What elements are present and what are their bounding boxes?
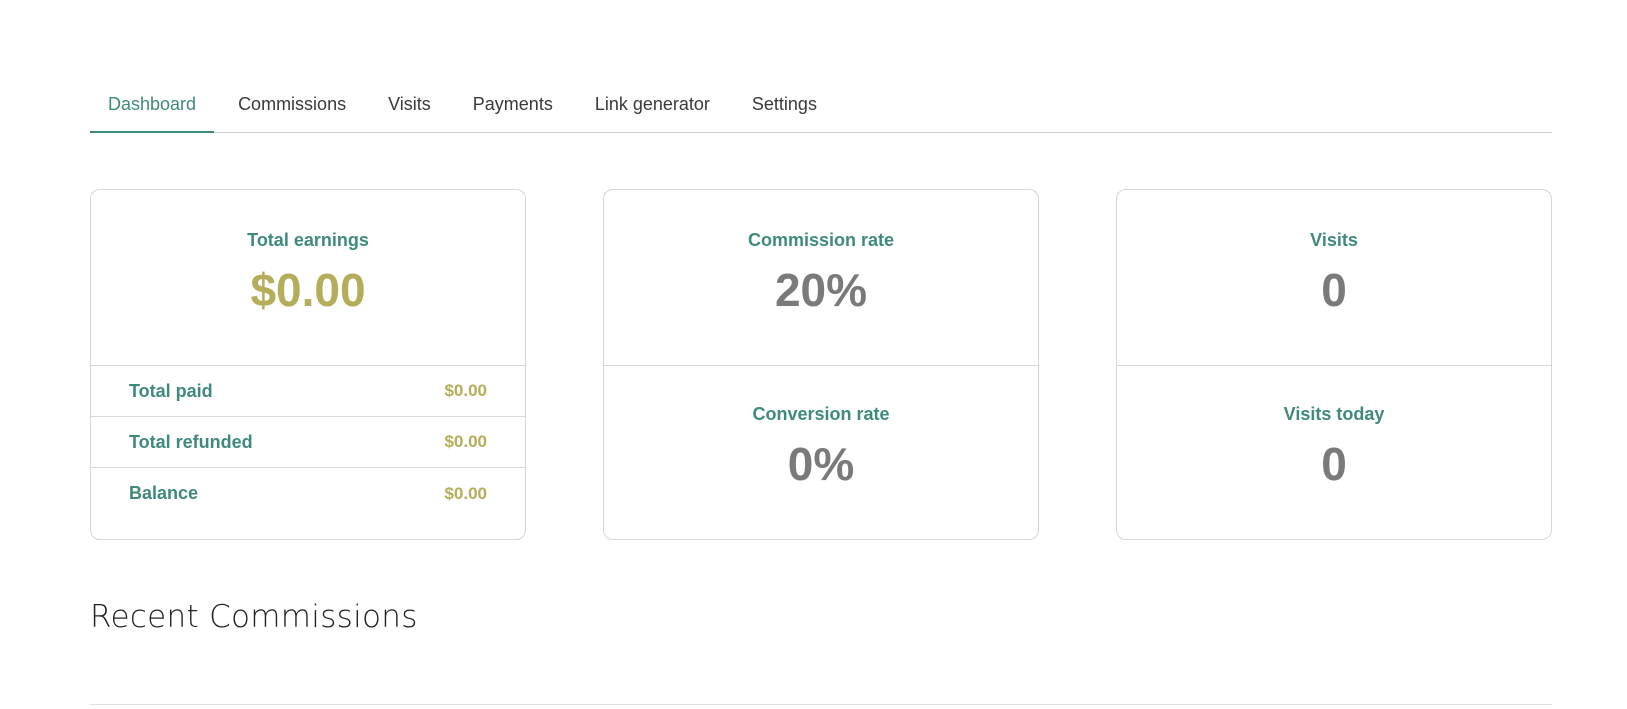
commission-rate-value: 20% bbox=[774, 264, 868, 316]
total-paid-value: $0.00 bbox=[444, 381, 487, 400]
earnings-card: Total earnings $0.00 Total paid $0.00 To… bbox=[90, 189, 526, 540]
total-earnings-value: $0.00 bbox=[250, 264, 366, 316]
commissions-table-border bbox=[90, 704, 1552, 705]
recent-commissions-heading: Recent Commissions bbox=[90, 599, 418, 635]
total-refunded-label: Total refunded bbox=[129, 431, 253, 452]
conversion-rate-label: Conversion rate bbox=[752, 404, 890, 424]
visits-today-label: Visits today bbox=[1283, 404, 1385, 424]
tab-payments[interactable]: Payments bbox=[455, 82, 571, 132]
total-earnings-label: Total earnings bbox=[247, 230, 369, 250]
balance-value: $0.00 bbox=[444, 483, 487, 503]
total-refunded-row: Total refunded $0.00 bbox=[91, 417, 525, 468]
total-paid-row: Total paid $0.00 bbox=[91, 366, 525, 417]
tab-commissions[interactable]: Commissions bbox=[220, 82, 364, 132]
tab-settings[interactable]: Settings bbox=[734, 82, 835, 132]
rates-card: Commission rate 20% Conversion rate 0% bbox=[603, 189, 1039, 540]
commission-rate-label: Commission rate bbox=[747, 230, 895, 250]
total-paid-label: Total paid bbox=[129, 380, 213, 401]
visits-today-panel: Visits today 0 bbox=[1117, 366, 1551, 539]
tab-bar: Dashboard Commissions Visits Payments Li… bbox=[90, 82, 1552, 133]
tab-link-generator[interactable]: Link generator bbox=[577, 82, 728, 132]
balance-label: Balance bbox=[129, 483, 199, 503]
visits-value: 0 bbox=[1321, 264, 1347, 316]
visits-today-value: 0 bbox=[1321, 438, 1347, 490]
conversion-rate-value: 0% bbox=[787, 438, 855, 490]
tab-dashboard[interactable]: Dashboard bbox=[90, 82, 215, 133]
commission-rate-panel: Commission rate 20% bbox=[604, 190, 1038, 366]
visits-label: Visits bbox=[1310, 230, 1358, 250]
total-refunded-value: $0.00 bbox=[444, 432, 487, 451]
visits-panel: Visits 0 bbox=[1117, 190, 1551, 366]
conversion-rate-panel: Conversion rate 0% bbox=[604, 366, 1038, 539]
tab-visits[interactable]: Visits bbox=[370, 82, 449, 132]
total-earnings-panel: Total earnings $0.00 bbox=[91, 190, 525, 366]
balance-row: Balance $0.00 bbox=[91, 468, 525, 519]
visits-card: Visits 0 Visits today 0 bbox=[1116, 189, 1552, 540]
